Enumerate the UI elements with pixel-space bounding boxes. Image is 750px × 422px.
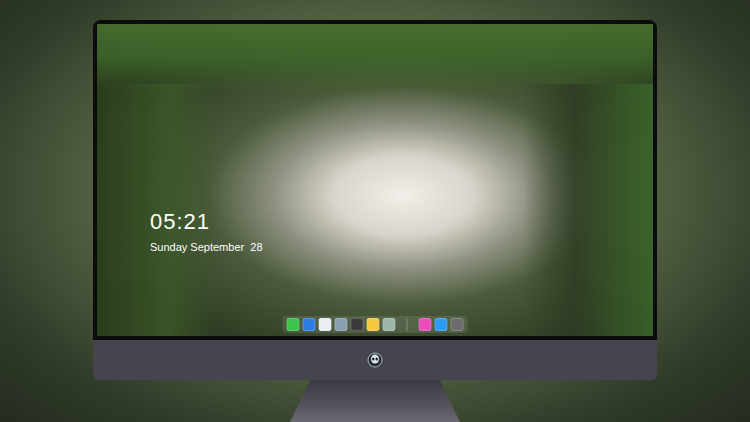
app-icon[interactable] (351, 318, 364, 331)
app-icon[interactable] (319, 318, 332, 331)
alien-logo-icon (367, 352, 383, 368)
app-icon[interactable] (287, 318, 300, 331)
monitor-chin (93, 340, 657, 380)
app-icon[interactable] (335, 318, 348, 331)
monitor: 05:21 Sunday September 28 (0, 0, 750, 422)
screen-bezel: 05:21 Sunday September 28 (93, 20, 657, 340)
app-icon[interactable] (367, 318, 380, 331)
lock-clock: 05:21 Sunday September 28 (150, 210, 263, 254)
monitor-stand (290, 380, 460, 422)
desktop-wallpaper: 05:21 Sunday September 28 (97, 24, 653, 336)
dock-separator (407, 319, 408, 331)
clock-date: Sunday September 28 (150, 240, 263, 254)
dock (283, 316, 468, 333)
app-icon[interactable] (419, 318, 432, 331)
clock-time: 05:21 (150, 210, 263, 234)
app-icon[interactable] (451, 318, 464, 331)
app-icon[interactable] (383, 318, 396, 331)
app-icon[interactable] (303, 318, 316, 331)
app-icon[interactable] (435, 318, 448, 331)
foliage-right (523, 84, 653, 336)
